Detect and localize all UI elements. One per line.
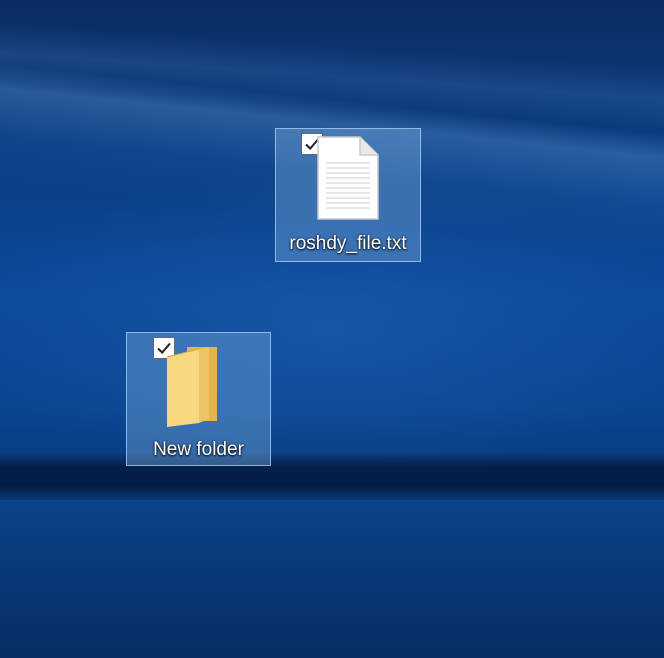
wallpaper-dark-band [0, 452, 664, 500]
desktop-icon-text-file[interactable]: roshdy_file.txt [275, 128, 421, 262]
wallpaper-lower-glow [0, 500, 664, 658]
desktop-icon-label[interactable]: New folder [127, 439, 270, 461]
desktop-icon-folder[interactable]: New folder [126, 332, 271, 466]
desktop-wallpaper[interactable]: roshdy_file.txt New folder [0, 0, 664, 658]
desktop-icon-label[interactable]: roshdy_file.txt [276, 233, 420, 255]
folder-icon [163, 343, 227, 432]
text-file-icon [316, 135, 380, 226]
